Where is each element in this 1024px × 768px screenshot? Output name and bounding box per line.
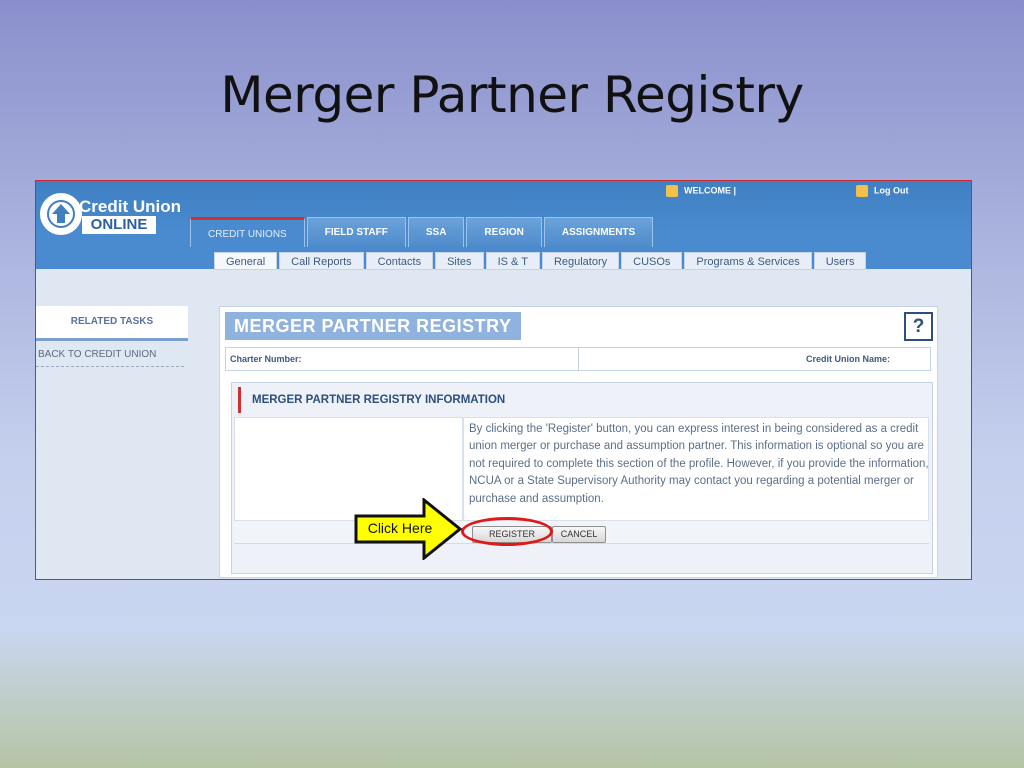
- main-tabs: CREDIT UNIONS FIELD STAFF SSA REGION ASS…: [190, 217, 655, 247]
- slide-title: Merger Partner Registry: [220, 66, 804, 124]
- welcome-label: WELCOME |: [684, 185, 737, 196]
- subtab-users[interactable]: Users: [813, 252, 867, 270]
- divider: [578, 348, 579, 370]
- sub-tabs: General Call Reports Contacts Sites IS &…: [214, 252, 868, 270]
- panel-title: MERGER PARTNER REGISTRY: [225, 312, 521, 340]
- back-to-credit-union-link[interactable]: BACK TO CREDIT UNION: [36, 341, 184, 367]
- credit-union-name-label: Credit Union Name:: [805, 354, 890, 364]
- cancel-button[interactable]: CANCEL: [552, 526, 606, 543]
- logo-icon: [40, 193, 82, 235]
- tab-assignments[interactable]: ASSIGNMENTS: [543, 217, 654, 247]
- tab-field-staff[interactable]: FIELD STAFF: [306, 217, 406, 247]
- logout-icon: [856, 185, 868, 197]
- tab-ssa[interactable]: SSA: [407, 217, 465, 247]
- subtab-cusos[interactable]: CUSOs: [621, 252, 683, 270]
- help-button[interactable]: ?: [904, 312, 933, 341]
- logo-text: Credit Union: [79, 197, 181, 216]
- subtab-programs-services[interactable]: Programs & Services: [684, 252, 812, 270]
- tab-credit-unions[interactable]: CREDIT UNIONS: [190, 217, 305, 247]
- sidebar: RELATED TASKS BACK TO CREDIT UNION: [36, 306, 188, 367]
- subtab-call-reports[interactable]: Call Reports: [279, 252, 364, 270]
- user-icon: [666, 185, 678, 197]
- info-cell-right: By clicking the 'Register' button, you c…: [463, 417, 929, 521]
- charter-number-label: Charter Number:: [230, 354, 302, 364]
- registry-panel: MERGER PARTNER REGISTRY ? Charter Number…: [219, 306, 938, 578]
- registry-info-box: MERGER PARTNER REGISTRY INFORMATION By c…: [231, 382, 933, 574]
- subtab-contacts[interactable]: Contacts: [365, 252, 434, 270]
- charter-row: Charter Number: Credit Union Name:: [225, 347, 931, 371]
- sidebar-heading: RELATED TASKS: [36, 306, 188, 341]
- button-row: REGISTER CANCEL: [234, 521, 929, 544]
- subtab-regulatory[interactable]: Regulatory: [541, 252, 620, 270]
- click-here-callout: Click Here: [367, 520, 433, 536]
- info-header: MERGER PARTNER REGISTRY INFORMATION: [238, 387, 505, 413]
- logout-link[interactable]: Log Out: [856, 185, 909, 197]
- logout-label: Log Out: [874, 185, 909, 196]
- logo-subtext: ONLINE: [82, 216, 156, 234]
- subtab-is-t[interactable]: IS & T: [485, 252, 540, 270]
- register-highlight: [461, 517, 553, 546]
- subtab-sites[interactable]: Sites: [435, 252, 484, 270]
- welcome-link[interactable]: WELCOME |: [666, 185, 736, 197]
- tab-region[interactable]: REGION: [466, 217, 542, 247]
- subtab-general[interactable]: General: [214, 252, 278, 270]
- info-text: By clicking the 'Register' button, you c…: [469, 423, 929, 505]
